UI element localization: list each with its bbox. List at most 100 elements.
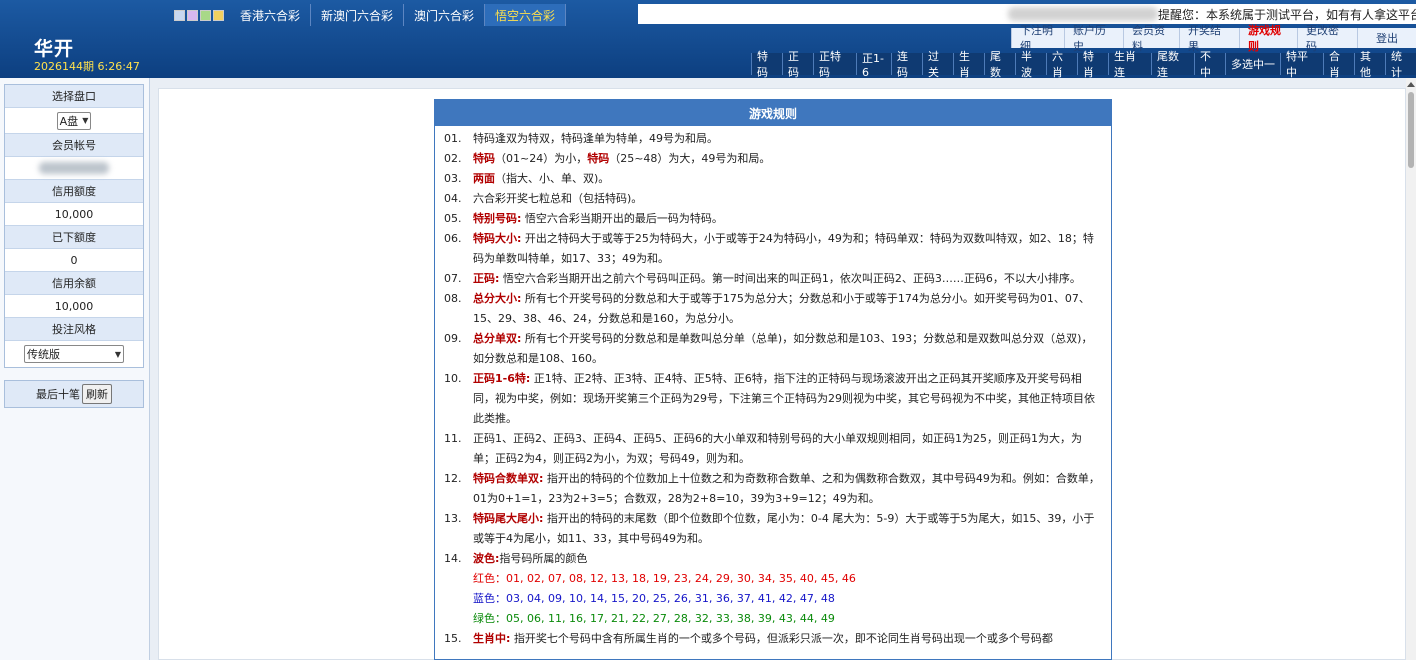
rule-text-part: 所有七个开奖号码的分数总和大于或等于175为总分大；分数总和小于或等于174为总… [473,292,1090,325]
play-zhengma[interactable]: 正码 [782,50,813,79]
rule-number: 15. [444,632,462,645]
wave-blue-numbers: 蓝色：03, 04, 09, 10, 14, 15, 20, 25, 26, 3… [473,592,835,605]
play-texiao[interactable]: 特肖 [1077,50,1108,79]
select-pan-row: A盘 ▼ [5,108,143,134]
rule-item: 04. 六合彩开奖七粒总和（包括特码)。 [444,189,1101,209]
rules-panel: 游戏规则 01. 特码逢双为特双，特码逢单为特单，49号为和局。 02. 特码（… [434,99,1112,660]
notice-text: 提醒您：本系统属于测试平台，如有有人拿这平台作为 [1158,7,1416,22]
lamp-icon [174,9,185,21]
play-weishulian[interactable]: 尾数连 [1151,50,1194,79]
rule-text: 六合彩开奖七粒总和（包括特码)。 [473,192,643,205]
rule-text-part: （25~48）为大，49号为和局。 [609,152,771,165]
rule-text: 特码尾大尾小: 指开出的特码的末尾数（即个位数即个位数，尾小为：0-4 尾大为：… [473,509,1101,549]
rule-item: 08. 总分大小: 所有七个开奖号码的分数总和大于或等于175为总分大；分数总和… [444,289,1101,329]
rule-text: 总分单双: 所有七个开奖号码的分数总和是单数叫总分单（总单)，如分数总和是103… [473,329,1101,369]
menu-logout[interactable]: 登出 [1357,28,1416,48]
rule-number: 05. [444,212,462,225]
redacted-text [1008,7,1158,21]
menu-game-rules[interactable]: 游戏规则 [1239,24,1297,53]
rule-number: 13. [444,512,462,525]
play-zhengtema[interactable]: 正特码 [813,50,856,79]
play-weishu[interactable]: 尾数 [984,50,1015,79]
rules-list: 01. 特码逢双为特双，特码逢单为特单，49号为和局。 02. 特码（01~24… [435,126,1111,649]
rule-number: 08. [444,292,462,305]
tab-new-macau[interactable]: 新澳门六合彩 [311,4,405,26]
play-tema[interactable]: 特码 [751,50,782,79]
rule-item: 11. 正码1、正码2、正码3、正码4、正码5、正码6的大小单双和特别号码的大小… [444,429,1101,469]
play-shengxiaolian[interactable]: 生肖连 [1108,50,1151,79]
rule-key: 正码: [473,272,500,285]
rule-text: 正码: 悟空六合彩当期开出之前六个号码叫正码。第一时间出来的叫正码1，依次叫正码… [473,269,1101,289]
play-lianma[interactable]: 连码 [891,50,922,79]
balance-label: 信用余额 [5,272,143,295]
account-panel: 选择盘口 A盘 ▼ 会员帐号 信用额度 10,000 已下额度 0 信用余额 1… [4,84,144,368]
rule-number: 06. [444,232,462,245]
pan-select-value: A盘 [59,114,79,128]
credit-label: 信用额度 [5,180,143,203]
rule-item: 14. 波色:指号码所属的颜色 [444,549,1101,569]
credit-value: 10,000 [5,203,143,226]
menu-account-history[interactable]: 账户历史 [1064,24,1123,53]
play-qita[interactable]: 其他 [1354,50,1385,79]
rule-text: 波色:指号码所属的颜色 [473,549,1101,569]
tab-wukong[interactable]: 悟空六合彩 [485,4,567,26]
rule-number: 07. [444,272,462,285]
status-lamps [168,4,230,26]
refresh-button[interactable]: 刷新 [82,384,112,404]
scroll-thumb[interactable] [1408,92,1414,168]
rule-text-part: 悟空六合彩当期开出之前六个号码叫正码。第一时间出来的叫正码1，依次叫正码2、正码… [499,272,1081,285]
rule-key: 波色: [473,552,500,565]
placed-value: 0 [5,249,143,272]
rule-text-part: 指开出的特码的末尾数（即个位数即个位数，尾小为：0-4 尾大为：5-9）大于或等… [473,512,1095,545]
header: 香港六合彩 新澳门六合彩 澳门六合彩 悟空六合彩 提醒您：本系统属于测试平台，如… [0,0,1416,79]
rule-text-part: （01~24）为小， [495,152,588,165]
style-select-value: 传统版 [27,348,60,361]
brand-title: 华开 [34,38,75,60]
rule-number: 03. [444,172,462,185]
play-guoguan[interactable]: 过关 [922,50,953,79]
rule-key: 两面 [473,172,495,185]
rule-number: 10. [444,372,462,385]
rule-text-part: 所有七个开奖号码的分数总和是单数叫总分单（总单)，如分数总和是103、193；分… [473,332,1093,365]
play-duoxuanzhongyi[interactable]: 多选中一 [1225,53,1280,75]
pan-select[interactable]: A盘 ▼ [56,111,92,130]
rule-number: 09. [444,332,462,345]
menu-change-password[interactable]: 更改密码 [1297,24,1357,53]
play-shengxiao[interactable]: 生肖 [953,50,984,79]
rule-number: 14. [444,552,462,565]
rule-text: 特码（01~24）为小，特码（25~48）为大，49号为和局。 [473,149,1101,169]
play-tongji[interactable]: 统计 [1385,50,1416,79]
rule-text-part: 悟空六合彩当期开出的最后一码为特码。 [521,212,723,225]
rule-text-part: 正1特、正2特、正3特、正4特、正5特、正6特，指下注的正特码与现场滚波开出之正… [473,372,1095,425]
menu-bet-detail[interactable]: 下注明细 [1011,24,1064,53]
rule-text: 正码1-6特: 正1特、正2特、正3特、正4特、正5特、正6特，指下注的正特码与… [473,369,1101,429]
menu-member-info[interactable]: 会员资料 [1123,24,1179,53]
play-hexiao[interactable]: 合肖 [1323,50,1354,79]
rule-item: 01. 特码逢双为特双，特码逢单为特单，49号为和局。 [444,129,1101,149]
play-tepingzhong[interactable]: 特平中 [1280,50,1323,79]
scroll-up-icon[interactable] [1407,82,1415,87]
menu-draw-results[interactable]: 开奖结果 [1179,24,1239,53]
rule-number: 11. [444,432,462,445]
rule-text: 总分大小: 所有七个开奖号码的分数总和大于或等于175为总分大；分数总和小于或等… [473,289,1101,329]
last-ten-panel: 最后十笔 刷新 [4,380,144,408]
rule-key: 特码大小: [473,232,522,245]
redacted-account [39,162,109,174]
rule-text: 特码合数单双: 指开出的特码的个位数加上十位数之和为奇数称合数单、之和为偶数称合… [473,469,1101,509]
rules-title: 游戏规则 [435,100,1111,126]
rule-text-part: 指号码所属的颜色 [499,552,588,565]
tab-macau[interactable]: 澳门六合彩 [404,4,486,26]
play-banbo[interactable]: 半波 [1015,50,1046,79]
play-liuxiao[interactable]: 六肖 [1046,50,1077,79]
rule-text-part: 指开奖七个号码中含有所属生肖的一个或多个号码，但派彩只派一次，即不论同生肖号码出… [510,632,1053,645]
play-zheng1-6[interactable]: 正1-6 [856,52,891,79]
tab-hongkong[interactable]: 香港六合彩 [230,4,312,26]
rule-key: 总分大小: [473,292,522,305]
rule-item: 13. 特码尾大尾小: 指开出的特码的末尾数（即个位数即个位数，尾小为：0-4 … [444,509,1101,549]
rule-item: 10. 正码1-6特: 正1特、正2特、正3特、正4特、正5特、正6特，指下注的… [444,369,1101,429]
scrollbar[interactable] [1406,78,1416,660]
rule-item: 03. 两面（指大、小、单、双)。 [444,169,1101,189]
play-buzhong[interactable]: 不中 [1194,50,1225,79]
wave-green-numbers: 绿色：05, 06, 11, 16, 17, 21, 22, 27, 28, 3… [473,612,835,625]
style-select[interactable]: 传统版 ▼ [24,345,124,363]
